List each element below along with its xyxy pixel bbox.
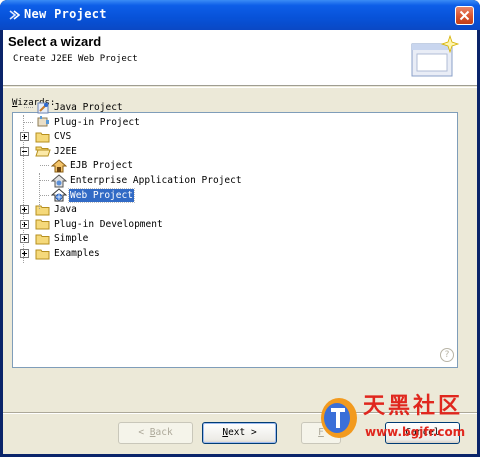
tree-guide-line bbox=[23, 115, 24, 263]
tree-expander-j2ee[interactable] bbox=[20, 146, 29, 156]
back-label: ack bbox=[155, 427, 173, 438]
site-watermark: 天黑社区 www.bgjfr.com bbox=[317, 388, 480, 450]
window-title: New Project bbox=[24, 7, 107, 21]
tree-item-java[interactable]: Java bbox=[35, 202, 78, 217]
eclipse-arrow-icon bbox=[9, 10, 20, 20]
enterprise-project-icon bbox=[50, 173, 68, 188]
banner-title: Select a wizard bbox=[8, 34, 102, 49]
help-icon[interactable]: ? bbox=[440, 348, 454, 362]
tree-connector bbox=[40, 180, 49, 181]
next-label: ext > bbox=[228, 427, 257, 438]
folder-icon bbox=[35, 130, 51, 144]
tree-item-cvs[interactable]: CVS bbox=[35, 129, 72, 144]
watermark-url: www.bgjfr.com bbox=[365, 425, 466, 439]
next-button[interactable]: Next > bbox=[202, 422, 277, 444]
ejb-project-icon bbox=[50, 159, 68, 173]
back-prefix: < bbox=[138, 427, 150, 438]
tree-item-java-project[interactable]: Java Project bbox=[35, 100, 124, 115]
close-button[interactable] bbox=[455, 6, 474, 25]
tree-item-examples[interactable]: Examples bbox=[35, 246, 101, 261]
tree-expander-plug-in-development[interactable] bbox=[20, 219, 29, 229]
tree-item-label: CVS bbox=[54, 131, 72, 143]
tree-item-label: EJB Project bbox=[70, 160, 133, 172]
web-project-icon bbox=[50, 188, 68, 202]
close-icon bbox=[459, 10, 470, 21]
folder-icon bbox=[35, 203, 51, 217]
tree-item-plug-in-development[interactable]: Plug-in Development bbox=[35, 217, 164, 232]
tree-item-label: Enterprise Application Project bbox=[70, 175, 242, 186]
banner-divider bbox=[3, 87, 477, 88]
java-project-icon bbox=[35, 101, 51, 115]
tree-item-web-project[interactable]: Web Project bbox=[50, 187, 135, 203]
tree-connector bbox=[24, 121, 33, 123]
tree-guide-line bbox=[39, 173, 40, 209]
tree-item-label: Plug-in Project bbox=[54, 116, 140, 128]
tree-item-label: J2EE bbox=[54, 145, 77, 157]
title-bar[interactable]: New Project bbox=[0, 0, 480, 30]
tree-item-simple[interactable]: Simple bbox=[35, 231, 89, 246]
wizard-banner: Select a wizard Create J2EE Web Project bbox=[3, 30, 477, 86]
tree-item-plug-in-project[interactable]: Plug-in Project bbox=[35, 115, 141, 130]
banner-description: Create J2EE Web Project bbox=[13, 54, 138, 64]
tree-item-ejb-project[interactable]: EJB Project bbox=[50, 158, 134, 173]
wizard-tree[interactable]: Java Project Plug-in Project CVS J2EE EJB Pr… bbox=[12, 102, 458, 368]
tree-item-label: Plug-in Development bbox=[54, 218, 163, 230]
tree-connector bbox=[24, 107, 33, 108]
plugin-project-icon bbox=[35, 115, 51, 129]
folder-open-icon bbox=[35, 144, 51, 158]
watermark-logo-icon bbox=[321, 398, 357, 438]
tree-expander-cvs[interactable] bbox=[20, 132, 29, 142]
tree-item-label: Examples bbox=[54, 248, 100, 259]
tree-expander-examples[interactable] bbox=[20, 249, 29, 258]
tree-connector bbox=[40, 165, 49, 167]
folder-icon bbox=[35, 232, 51, 246]
back-button[interactable]: < Back bbox=[118, 422, 193, 444]
tree-item-enterprise-application-project[interactable]: Enterprise Application Project bbox=[50, 173, 243, 188]
tree-expander-java[interactable] bbox=[20, 205, 29, 215]
tree-expander-simple[interactable] bbox=[20, 234, 29, 244]
tree-item-label: Java Project bbox=[54, 102, 123, 113]
watermark-text: 天黑社区 bbox=[363, 393, 464, 419]
tree-item-j2ee[interactable]: J2EE bbox=[35, 144, 78, 159]
new-wizard-banner-icon bbox=[411, 34, 460, 77]
folder-icon bbox=[35, 247, 51, 261]
tree-item-label: Java bbox=[54, 204, 77, 216]
tree-connector bbox=[40, 194, 49, 196]
folder-icon bbox=[35, 217, 51, 231]
tree-item-label: Web Project bbox=[68, 187, 135, 203]
tree-item-label: Simple bbox=[54, 233, 89, 245]
